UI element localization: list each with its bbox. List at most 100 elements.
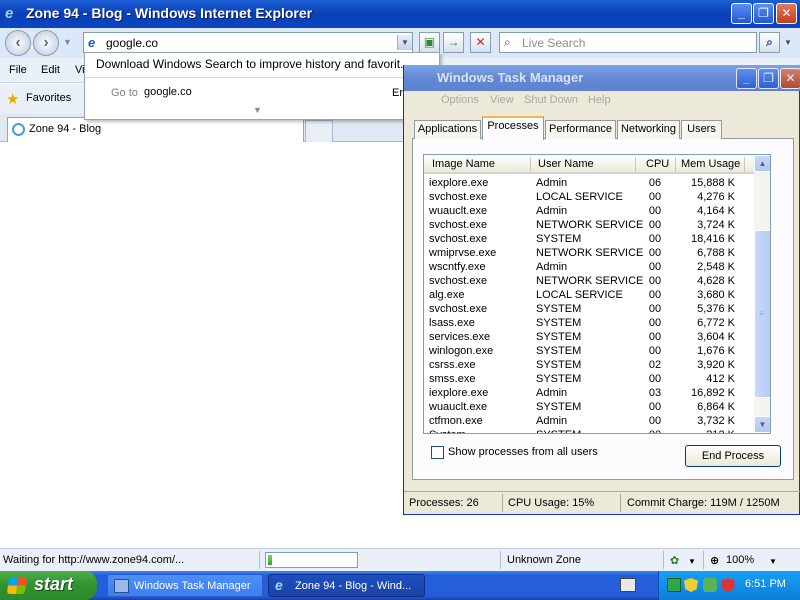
clock[interactable]: 6:51 PM xyxy=(745,578,786,590)
table-row[interactable]: services.exe SYSTEM 00 3,604 K xyxy=(424,331,754,345)
scroll-down-icon[interactable]: ▼ xyxy=(754,416,770,433)
chevron-down-icon[interactable]: ▼ xyxy=(253,105,262,115)
process-user: SYSTEM xyxy=(536,233,582,245)
process-list-scrollbar[interactable]: ▲ ≡ ▼ xyxy=(754,155,770,433)
process-name: System xyxy=(429,429,466,433)
ie-close-button[interactable]: ✕ xyxy=(776,3,797,24)
ie-minimize-button[interactable]: _ xyxy=(731,3,752,24)
search-box[interactable]: ⌕ Live Search xyxy=(499,32,757,53)
table-row[interactable]: svchost.exe SYSTEM 00 18,416 K xyxy=(424,233,754,247)
table-row[interactable]: wuauclt.exe Admin 00 4,164 K xyxy=(424,205,754,219)
back-arrow-icon[interactable]: ‹ xyxy=(5,30,31,56)
zoom-level[interactable]: 100% xyxy=(726,554,754,566)
table-row[interactable]: svchost.exe NETWORK SERVICE 00 3,724 K xyxy=(424,219,754,233)
tab-users[interactable]: Users xyxy=(681,120,722,139)
table-row[interactable]: System SYSTEM 00212 K xyxy=(424,429,754,433)
process-user: SYSTEM xyxy=(536,303,582,315)
table-row[interactable]: iexplore.exe Admin 03 16,892 K xyxy=(424,387,754,401)
process-mem: 412 K xyxy=(706,373,735,385)
tm-menu-help[interactable]: Help xyxy=(588,94,611,106)
menu-file[interactable]: File xyxy=(9,64,27,76)
live-search-icon: ⌕ xyxy=(504,35,511,49)
zoom-dropdown-icon[interactable]: ▼ xyxy=(769,557,777,566)
history-dropdown-icon[interactable]: ▼ xyxy=(63,37,72,47)
goto-value[interactable]: google.co xyxy=(144,86,192,98)
ie-title-bar[interactable]: e Zone 94 - Blog - Windows Internet Expl… xyxy=(0,0,800,28)
scroll-up-icon[interactable]: ▲ xyxy=(754,155,770,172)
tm-menu-view[interactable]: View xyxy=(490,94,514,106)
search-options-icon[interactable]: ▼ xyxy=(784,38,792,47)
table-row[interactable]: svchost.exe SYSTEM 00 5,376 K xyxy=(424,303,754,317)
tm-menu-shutdown[interactable]: Shut Down xyxy=(524,94,578,106)
search-go-icon[interactable]: ⌕ xyxy=(759,32,780,53)
process-mem: 3,920 K xyxy=(697,359,735,371)
protected-mode-icon[interactable]: ✿ xyxy=(670,554,679,567)
zoom-icon[interactable]: ⊕ xyxy=(710,554,719,567)
process-list[interactable]: Image Name User Name CPU Mem Usage iexpl… xyxy=(423,154,771,434)
address-autocomplete-dropdown: Download Windows Search to improve histo… xyxy=(84,52,440,120)
table-row[interactable]: wscntfy.exe Admin 00 2,548 K xyxy=(424,261,754,275)
forward-arrow-icon[interactable]: › xyxy=(33,30,59,56)
process-mem: 4,276 K xyxy=(697,191,735,203)
table-row[interactable]: svchost.exe LOCAL SERVICE 00 4,276 K xyxy=(424,191,754,205)
alert-shield-icon[interactable] xyxy=(721,578,735,592)
taskbar-button-ie[interactable]: e Zone 94 - Blog - Wind... xyxy=(268,574,425,597)
process-user: NETWORK SERVICE xyxy=(536,275,644,287)
table-row[interactable]: iexplore.exe Admin 06 15,888 K xyxy=(424,177,754,191)
tab-processes[interactable]: Processes xyxy=(482,116,544,140)
table-row[interactable]: smss.exe SYSTEM 00 412 K xyxy=(424,373,754,387)
table-row[interactable]: svchost.exe NETWORK SERVICE 00 4,628 K xyxy=(424,275,754,289)
address-bar[interactable]: e google.co ▼ xyxy=(83,32,413,53)
tab-performance[interactable]: Performance xyxy=(545,120,616,139)
stop-icon[interactable]: ✕ xyxy=(470,32,491,53)
ie-maximize-button[interactable]: ❐ xyxy=(753,3,774,24)
keyboard-icon[interactable] xyxy=(620,578,636,592)
search-input[interactable]: Live Search xyxy=(522,36,585,50)
compatibility-icon[interactable]: ▣ xyxy=(419,32,440,53)
table-row[interactable]: csrss.exe SYSTEM 02 3,920 K xyxy=(424,359,754,373)
process-name: winlogon.exe xyxy=(429,345,494,357)
tm-maximize-button[interactable]: ❐ xyxy=(758,68,779,89)
windows-search-suggestion[interactable]: Download Windows Search to improve histo… xyxy=(96,57,410,71)
tab-applications[interactable]: Applications xyxy=(414,120,481,139)
scrollbar-thumb[interactable]: ≡ xyxy=(754,230,770,398)
show-all-users-label[interactable]: Show processes from all users xyxy=(448,446,598,458)
table-row[interactable]: lsass.exe SYSTEM 00 6,772 K xyxy=(424,317,754,331)
address-dropdown-icon[interactable]: ▼ xyxy=(397,35,412,50)
address-input[interactable]: google.co xyxy=(106,36,158,50)
tm-window-title: Windows Task Manager xyxy=(437,70,584,85)
tm-minimize-button[interactable]: _ xyxy=(736,68,757,89)
col-image-name[interactable]: Image Name xyxy=(432,158,495,170)
tm-title-bar[interactable]: Windows Task Manager _ ❐ ✕ xyxy=(404,65,800,91)
tm-menu-options[interactable]: Options xyxy=(441,94,479,106)
process-list-header: Image Name User Name CPU Mem Usage xyxy=(424,155,754,174)
security-shield-icon[interactable] xyxy=(684,578,698,592)
table-row[interactable]: wuauclt.exe SYSTEM 00 6,864 K xyxy=(424,401,754,415)
end-process-button[interactable]: End Process xyxy=(685,445,781,467)
protected-mode-dropdown-icon[interactable]: ▼ xyxy=(688,557,696,566)
tab-zone94-blog[interactable]: Zone 94 - Blog xyxy=(7,117,304,142)
col-cpu[interactable]: CPU xyxy=(646,158,669,170)
tab-networking[interactable]: Networking xyxy=(617,120,680,139)
show-all-users-checkbox[interactable] xyxy=(431,446,444,459)
process-user: Admin xyxy=(536,205,568,217)
task-manager-tray-icon[interactable] xyxy=(667,578,681,592)
tm-close-button[interactable]: ✕ xyxy=(780,68,800,89)
table-row[interactable]: alg.exe LOCAL SERVICE 00 3,680 K xyxy=(424,289,754,303)
process-mem: 6,788 K xyxy=(697,247,735,259)
col-user-name[interactable]: User Name xyxy=(538,158,594,170)
table-row[interactable]: ctfmon.exe Admin 00 3,732 K xyxy=(424,415,754,429)
table-row[interactable]: wmiprvse.exe NETWORK SERVICE 00 6,788 K xyxy=(424,247,754,261)
table-row[interactable]: winlogon.exe SYSTEM 00 1,676 K xyxy=(424,345,754,359)
col-mem-usage[interactable]: Mem Usage xyxy=(681,158,740,170)
menu-edit[interactable]: Edit xyxy=(41,64,60,76)
new-tab-button[interactable] xyxy=(305,120,333,142)
start-button[interactable]: start xyxy=(0,571,97,600)
favorites-button[interactable]: Favorites xyxy=(26,92,71,104)
go-arrow-icon[interactable]: → xyxy=(443,32,464,53)
security-zone[interactable]: Unknown Zone xyxy=(507,554,581,566)
network-icon[interactable] xyxy=(703,578,717,592)
process-cpu: 00 xyxy=(648,205,662,217)
favorites-star-icon[interactable]: ★ xyxy=(6,90,19,108)
taskbar-button-task-manager[interactable]: Windows Task Manager xyxy=(107,574,263,597)
